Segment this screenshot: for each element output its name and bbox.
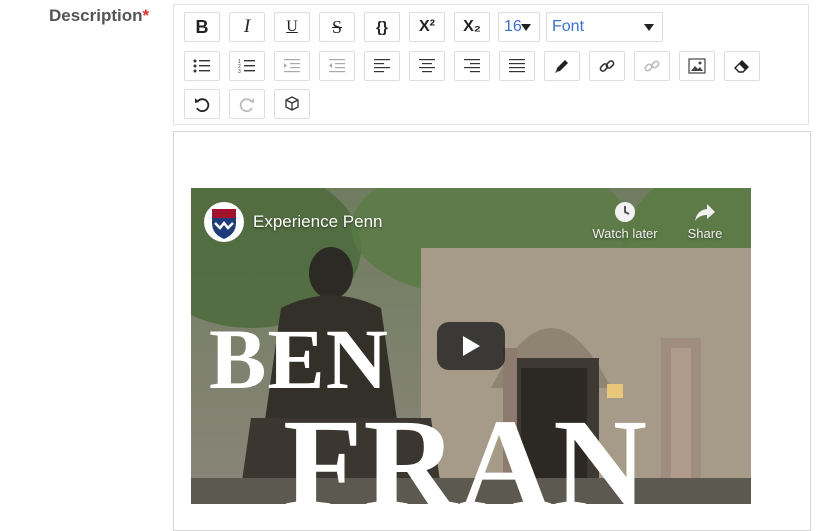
play-button[interactable] <box>437 322 505 370</box>
description-label-text: Description <box>49 6 143 25</box>
superscript-icon: X² <box>419 18 435 35</box>
bold-icon: B <box>195 16 209 37</box>
underline-icon: U <box>286 18 298 35</box>
bold-button[interactable]: B <box>184 12 220 42</box>
italic-icon: I <box>243 16 251 37</box>
redo-icon <box>239 98 254 113</box>
undo-icon <box>195 98 210 113</box>
share-arrow-icon <box>695 204 715 221</box>
align-left-button[interactable] <box>364 51 400 81</box>
indent-button[interactable] <box>274 51 310 81</box>
overlay-text-ben: BEN <box>209 311 389 407</box>
align-left-icon <box>374 59 390 73</box>
numbered-list-icon: 123 <box>238 59 255 74</box>
embed-button[interactable] <box>274 89 310 119</box>
clear-formatting-button[interactable] <box>724 51 760 81</box>
subscript-button[interactable]: X₂ <box>454 12 490 42</box>
link-icon <box>599 60 615 72</box>
superscript-button[interactable]: X² <box>409 12 445 42</box>
underline-button[interactable]: U <box>274 12 310 42</box>
code-button[interactable]: {} <box>364 12 400 42</box>
share-button[interactable]: Share <box>681 200 729 241</box>
align-center-button[interactable] <box>409 51 445 81</box>
redo-button[interactable] <box>229 89 265 119</box>
font-size-select[interactable]: 16 <box>498 12 540 42</box>
description-label: Description* <box>49 6 149 26</box>
align-center-icon <box>419 59 435 73</box>
subscript-icon: X₂ <box>463 18 481 35</box>
numbered-list-button[interactable]: 123 <box>229 51 265 81</box>
code-braces-icon: {} <box>376 18 388 36</box>
image-icon <box>688 58 706 74</box>
bulleted-list-icon <box>193 59 210 73</box>
editor-toolbar: B I U S {} X² X₂ 16 Font 123 <box>173 4 809 125</box>
clock-icon <box>615 202 635 222</box>
strikethrough-icon: S <box>331 16 342 37</box>
text-color-button[interactable] <box>544 51 580 81</box>
insert-link-button[interactable] <box>589 51 625 81</box>
font-family-value: Font <box>552 18 585 35</box>
chevron-down-icon <box>521 24 531 31</box>
outdent-icon <box>329 59 345 73</box>
insert-image-button[interactable] <box>679 51 715 81</box>
embedded-video[interactable]: Experience Penn Watch later Share BEN FR… <box>191 188 751 504</box>
pen-icon <box>555 60 568 73</box>
watch-later-label: Watch later <box>592 226 658 241</box>
justify-icon <box>509 59 525 73</box>
watch-later-button[interactable]: Watch later <box>589 200 661 241</box>
undo-button[interactable] <box>184 89 220 119</box>
font-size-value: 16 <box>504 18 522 35</box>
eraser-icon <box>734 60 749 73</box>
required-asterisk: * <box>142 6 150 25</box>
share-label: Share <box>687 226 723 241</box>
penn-shield-icon[interactable] <box>203 201 245 248</box>
justify-button[interactable] <box>499 51 535 81</box>
play-icon <box>463 336 480 356</box>
align-right-button[interactable] <box>454 51 490 81</box>
font-family-select[interactable]: Font <box>546 12 663 42</box>
video-title[interactable]: Experience Penn <box>253 212 382 232</box>
italic-button[interactable]: I <box>229 12 265 42</box>
strikethrough-button[interactable]: S <box>319 12 355 42</box>
align-right-icon <box>464 59 480 73</box>
bulleted-list-button[interactable] <box>184 51 220 81</box>
chevron-down-icon <box>644 24 654 31</box>
svg-text:3: 3 <box>238 69 241 74</box>
overlay-text-fran: FRAN <box>283 393 649 504</box>
outdent-button[interactable] <box>319 51 355 81</box>
cube-icon <box>285 96 299 111</box>
unlink-icon <box>644 60 660 72</box>
indent-icon <box>284 59 300 73</box>
remove-link-button[interactable] <box>634 51 670 81</box>
